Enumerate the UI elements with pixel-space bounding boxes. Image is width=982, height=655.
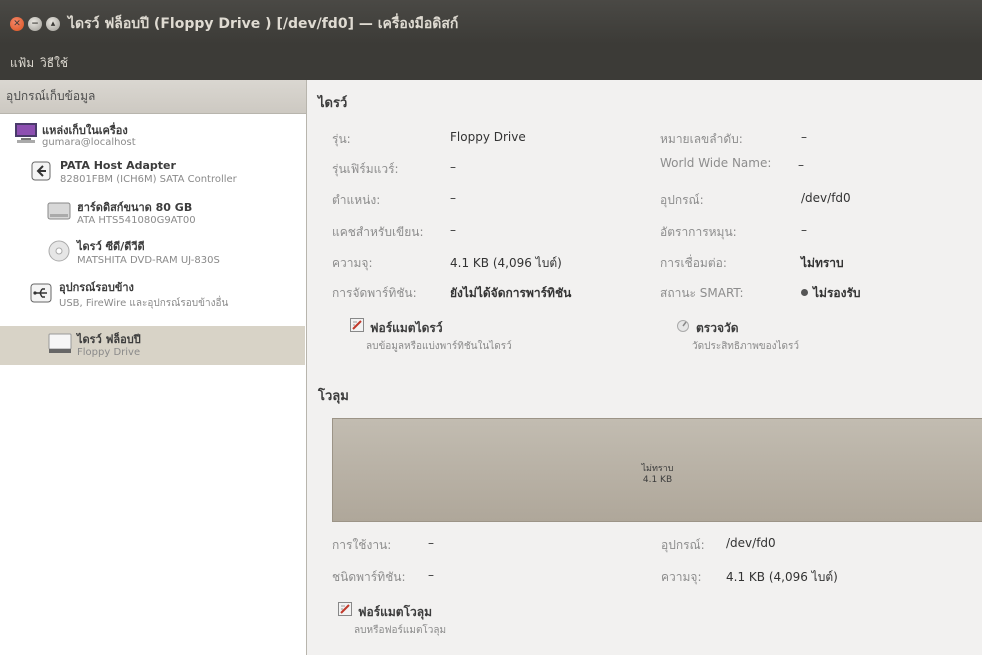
maximize-window-button[interactable]: ▴ [46,17,60,31]
format-drive-button[interactable]: ฟอร์แมตไดรว์ ลบข้อมูลหรือแบ่งพาร์ทิชันใน… [350,318,590,354]
sidebar-item-floppy-drive[interactable]: ไดรว์ ฟล็อบปี Floppy Drive [0,326,305,365]
sidebar-item-title: PATA Host Adapter [60,159,176,172]
sidebar-item-subtitle: MATSHITA DVD-RAM UJ-830S [77,255,220,266]
usb-icon [30,283,52,303]
drive-serial-label: หมายเลขลำดับ: [660,132,743,146]
volume-device-label: อุปกรณ์: [661,538,705,552]
benchmark-button[interactable]: ตรวจวัด วัดประสิทธิภาพของไดรว์ [676,318,876,354]
sidebar-item-subtitle: 82801FBM (ICH6M) SATA Controller [60,174,237,185]
drive-capacity-value: 4.1 KB (4,096 ไบต์) [450,256,562,270]
sidebar-item-peripheral-devices[interactable]: อุปกรณ์รอบข้าง USB, FireWire และอุปกรณ์ร… [0,273,305,313]
drive-rotation-label: อัตราการหมุน: [660,225,737,239]
menu-bar: แฟ้ม วิธีใช้ [0,44,982,80]
host-adapter-icon [31,161,51,181]
drive-connection-label: การเชื่อมต่อ: [660,256,727,270]
volume-partition-bar[interactable]: ไม่ทราบ 4.1 KB [332,418,982,522]
format-drive-description: ลบข้อมูลหรือแบ่งพาร์ทิชันในไดรว์ [366,341,512,352]
drive-wwn-label: World Wide Name: [660,156,772,170]
drive-capacity-label: ความจุ: [332,256,373,270]
window-title: ไดรว์ ฟล็อบปี (Floppy Drive ) [/dev/fd0]… [68,16,459,32]
benchmark-description: วัดประสิทธิภาพของไดรว์ [692,341,800,352]
format-volume-icon [338,602,352,616]
drive-section-title: ไดรว์ [318,96,348,111]
benchmark-icon [677,320,689,332]
sidebar-item-subtitle: Floppy Drive [77,347,141,358]
drive-firmware-value: – [450,160,456,174]
drive-location-label: ตำแหน่ง: [332,193,381,207]
drive-write-cache-value: – [450,223,456,237]
volume-capacity-value: 4.1 KB (4,096 ไบต์) [726,570,838,584]
sidebar-item-optical-drive[interactable]: ไดรว์ ซีดี/ดีวีดี MATSHITA DVD-RAM UJ-83… [0,233,305,271]
sidebar-item-title: ไดรว์ ซีดี/ดีวีดี [77,240,145,253]
volume-partition-type-label: ชนิดพาร์ทิชัน: [332,570,406,584]
drive-serial-value: – [801,130,807,144]
format-volume-description: ลบหรือฟอร์แมตโวลุม [354,625,447,636]
drive-location-value: – [450,191,456,205]
menu-help[interactable]: วิธีใช้ [40,54,68,73]
computer-icon [15,123,37,143]
menu-file[interactable]: แฟ้ม [10,54,34,73]
sidebar-item-subtitle: gumara@localhost [42,137,136,148]
drive-rotation-value: – [801,223,807,237]
benchmark-title: ตรวจวัด [696,321,739,335]
window-controls: ✕ − ▴ [10,17,60,31]
volumes-section-title: โวลุม [318,389,349,404]
details-panel: ไดรว์ รุ่น: Floppy Drive รุ่นเฟิร์มแวร์:… [306,80,982,655]
format-drive-icon [350,318,364,332]
drive-firmware-label: รุ่นเฟิร์มแวร์: [332,162,399,176]
drive-connection-value: ไม่ทราบ [801,256,844,270]
storage-devices-sidebar: อุปกรณ์เก็บข้อมูล แหล่งเก็บในเครื่อง gum… [0,80,307,655]
format-drive-title: ฟอร์แมตไดรว์ [370,321,443,335]
title-bar: ✕ − ▴ ไดรว์ ฟล็อบปี (Floppy Drive ) [/de… [0,0,982,44]
drive-model-label: รุ่น: [332,132,351,146]
drive-partitioning-value: ยังไม่ได้จัดการพาร์ทิชัน [450,286,572,300]
sidebar-item-host-adapter[interactable]: PATA Host Adapter 82801FBM (ICH6M) SATA … [0,156,305,192]
drive-device-value: /dev/fd0 [801,191,851,205]
drive-write-cache-label: แคชสำหรับเขียน: [332,225,424,239]
volume-bar-status: ไม่ทราบ [641,464,674,474]
format-volume-button[interactable]: ฟอร์แมตโวลุม ลบหรือฟอร์แมตโวลุม [338,602,538,640]
drive-device-label: อุปกรณ์: [660,193,704,207]
smart-status-dot-icon [801,289,808,296]
drive-smart-label: สถานะ SMART: [660,286,744,300]
volume-usage-value: – [428,536,434,550]
sidebar-item-title: ฮาร์ดดิสก์ขนาด 80 GB [77,201,193,214]
drive-wwn-value: – [798,158,804,172]
drive-smart-value: ไม่รองรับ [813,286,861,300]
drive-smart-status: ไม่รองรับ [801,284,861,303]
sidebar-item-title: อุปกรณ์รอบข้าง [59,281,134,294]
drive-partitioning-label: การจัดพาร์ทิชัน: [332,286,417,300]
sidebar-item-title: ไดรว์ ฟล็อบปี [77,333,141,346]
volume-capacity-label: ความจุ: [661,570,702,584]
sidebar-item-subtitle: USB, FireWire และอุปกรณ์รอบข้างอื่น [59,298,229,309]
drive-model-value: Floppy Drive [450,130,526,144]
close-window-button[interactable]: ✕ [10,17,24,31]
format-volume-title: ฟอร์แมตโวลุม [358,605,433,619]
volume-device-value: /dev/fd0 [726,536,776,550]
minimize-window-button[interactable]: − [28,17,42,31]
hard-disk-icon [47,202,71,220]
volume-usage-label: การใช้งาน: [332,538,392,552]
sidebar-item-local-storage[interactable]: แหล่งเก็บในเครื่อง gumara@localhost [0,118,305,154]
sidebar-item-hard-disk[interactable]: ฮาร์ดดิสก์ขนาด 80 GB ATA HTS541080G9AT00 [0,194,305,232]
volume-bar-size: 4.1 KB [642,475,673,485]
optical-disc-icon [48,240,70,262]
sidebar-item-subtitle: ATA HTS541080G9AT00 [77,215,196,226]
sidebar-header: อุปกรณ์เก็บข้อมูล [0,80,306,114]
floppy-drive-icon [48,333,72,353]
volume-partition-type-value: – [428,568,434,582]
